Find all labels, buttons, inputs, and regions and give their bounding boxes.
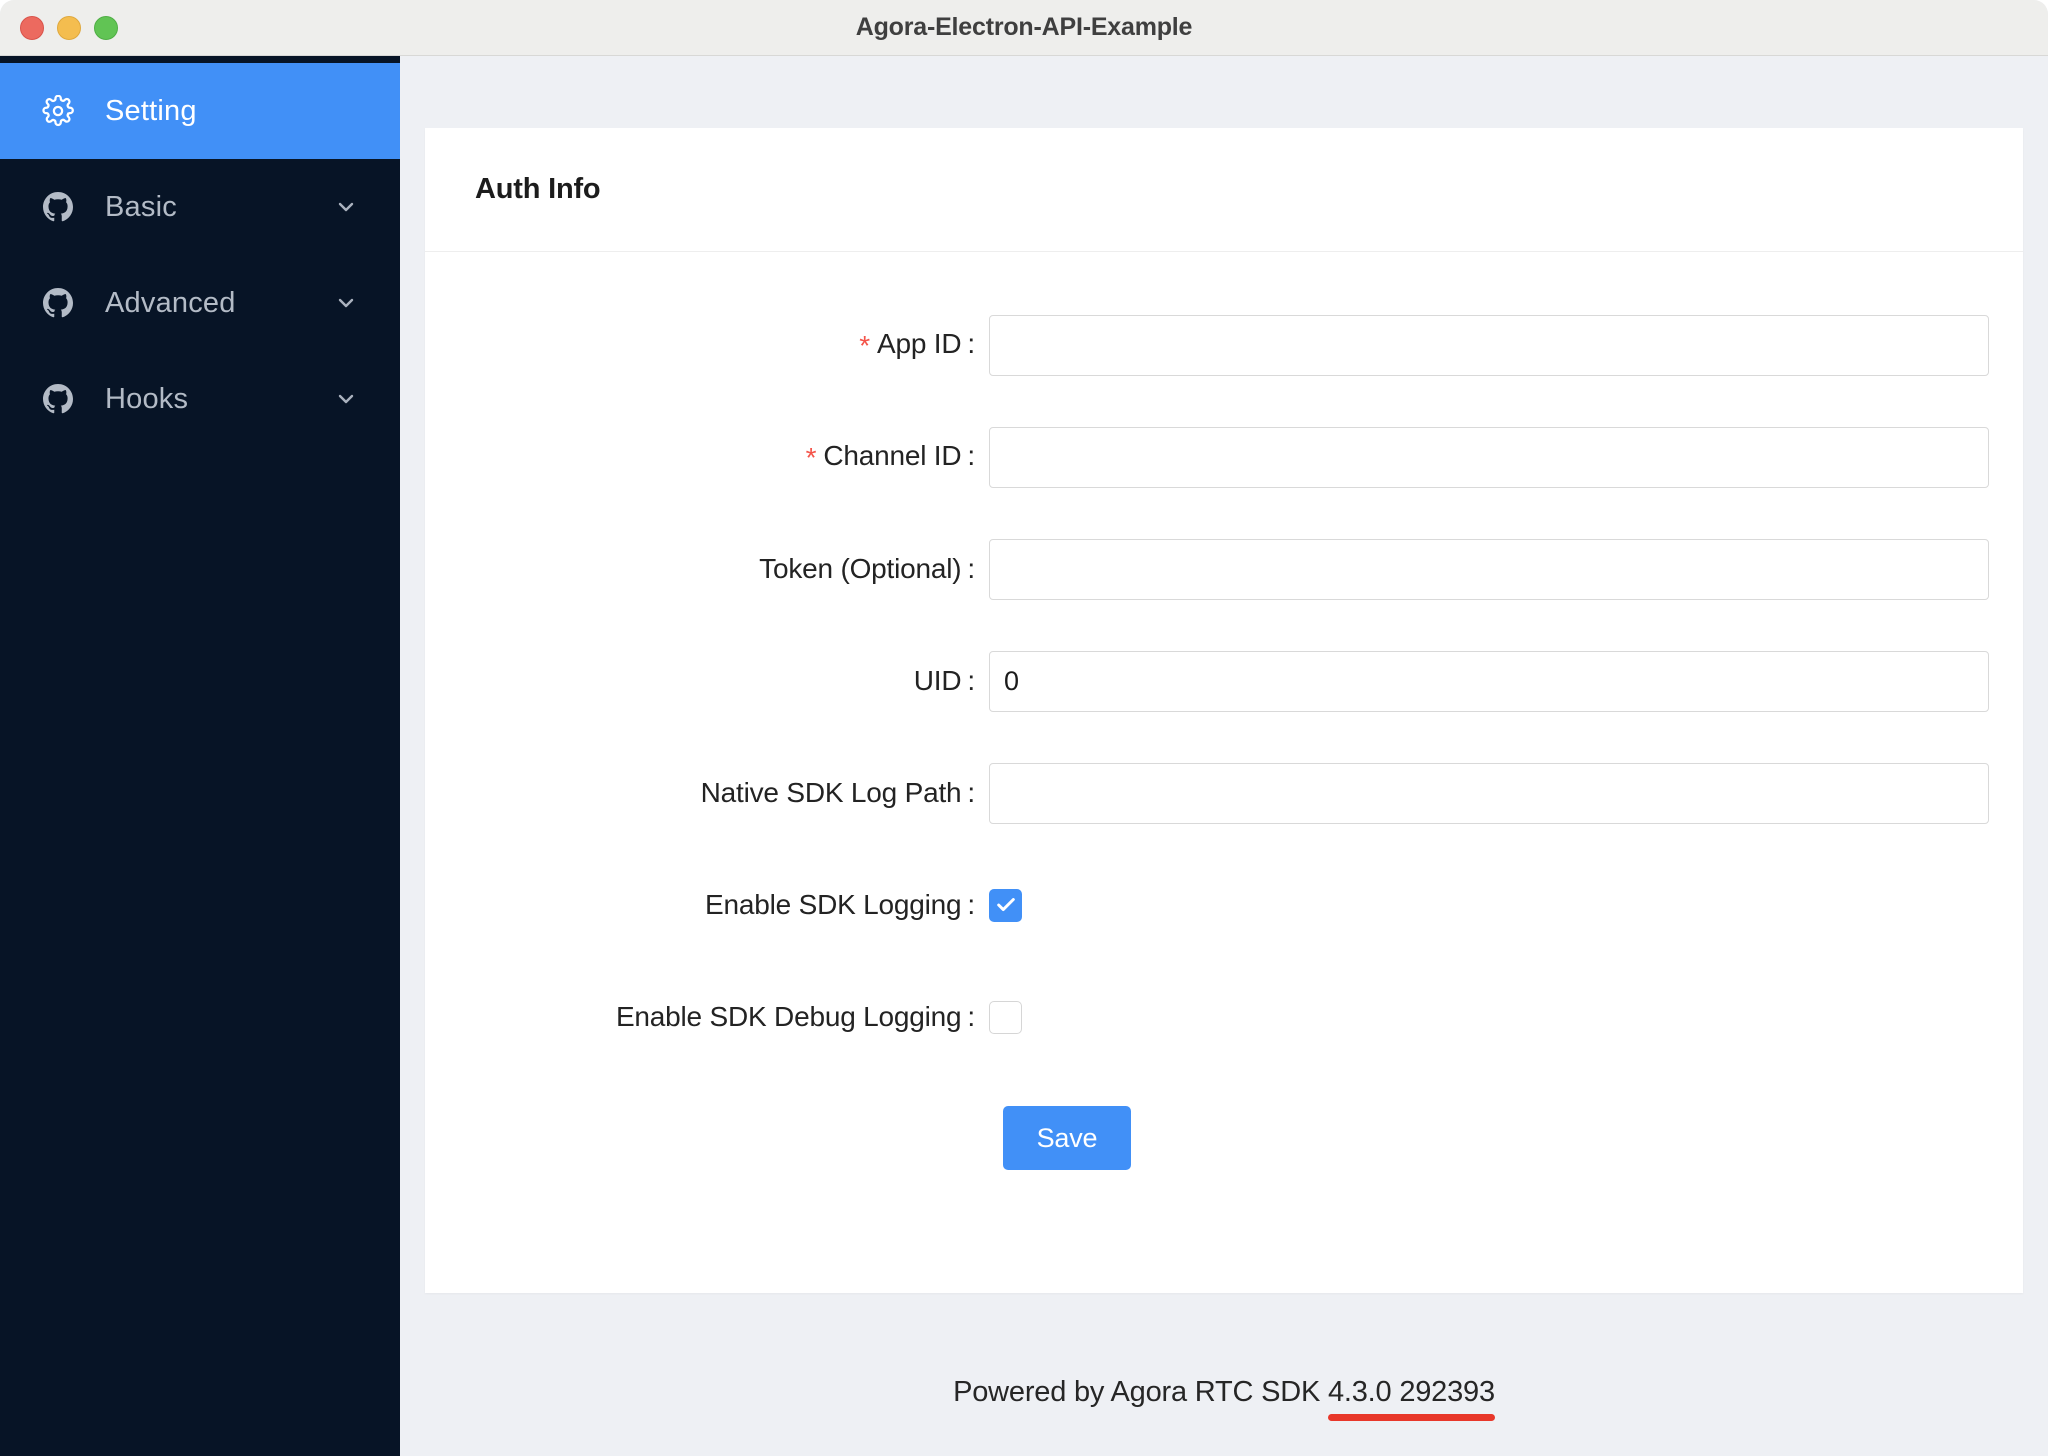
traffic-lights bbox=[20, 0, 118, 56]
gear-icon bbox=[42, 95, 74, 127]
form-row-channel-id: * Channel ID: bbox=[425, 401, 2023, 513]
enable-sdk-logging-label-text: Enable SDK Logging bbox=[705, 889, 962, 920]
uid-label-text: UID bbox=[913, 665, 962, 696]
chevron-down-icon[interactable] bbox=[334, 291, 358, 315]
footer-prefix: Powered by Agora RTC SDK bbox=[953, 1376, 1328, 1408]
app-id-label: * App ID: bbox=[859, 328, 975, 361]
sidebar-item-advanced[interactable]: Advanced bbox=[0, 255, 400, 351]
maximize-window-button[interactable] bbox=[94, 16, 118, 40]
form-row-app-id: * App ID: bbox=[425, 289, 2023, 401]
auth-info-card: Auth Info * App ID: * Channel ID: Token … bbox=[425, 128, 2023, 1293]
enable-sdk-logging-checkbox[interactable] bbox=[989, 888, 1022, 922]
uid-label: UID: bbox=[913, 665, 975, 696]
native-sdk-log-path-label: Native SDK Log Path: bbox=[700, 777, 976, 808]
sidebar-item-label: Hooks bbox=[105, 382, 189, 415]
window-title: Agora-Electron-API-Example bbox=[855, 13, 1193, 41]
red-underline-annotation bbox=[1327, 1414, 1495, 1421]
sidebar-item-label: Setting bbox=[105, 94, 197, 127]
card-header: Auth Info bbox=[425, 128, 2023, 252]
token-label-text: Token (Optional) bbox=[759, 553, 962, 584]
close-window-button[interactable] bbox=[20, 16, 44, 40]
chevron-down-icon[interactable] bbox=[334, 387, 358, 411]
footer: Powered by Agora RTC SDK 4.3.0 292393 bbox=[400, 1376, 2048, 1421]
form-row-uid: UID: bbox=[425, 625, 2023, 737]
sidebar: Setting Basic Advanced Hooks bbox=[0, 56, 400, 1456]
native-sdk-log-path-input[interactable] bbox=[989, 762, 1989, 824]
form-row-enable-sdk-logging: Enable SDK Logging: bbox=[425, 849, 2023, 961]
enable-sdk-debug-logging-label: Enable SDK Debug Logging: bbox=[615, 1001, 975, 1032]
form-row-save: Save bbox=[425, 1073, 2023, 1203]
sidebar-item-setting[interactable]: Setting bbox=[0, 63, 400, 159]
form-row-enable-sdk-debug-logging: Enable SDK Debug Logging: bbox=[425, 961, 2023, 1073]
sidebar-item-hooks[interactable]: Hooks bbox=[0, 351, 400, 447]
app-window: Agora-Electron-API-Example Setting Basic… bbox=[0, 0, 2048, 1456]
native-sdk-log-path-label-text: Native SDK Log Path bbox=[700, 777, 962, 808]
github-icon bbox=[42, 383, 74, 415]
chevron-down-icon[interactable] bbox=[334, 195, 358, 219]
github-icon bbox=[42, 287, 74, 319]
sidebar-item-label: Advanced bbox=[105, 286, 236, 319]
enable-sdk-logging-label: Enable SDK Logging: bbox=[705, 889, 975, 920]
page-title: Auth Info bbox=[475, 173, 601, 205]
main-content: Auth Info * App ID: * Channel ID: Token … bbox=[400, 56, 2048, 1456]
uid-input[interactable] bbox=[989, 650, 1989, 712]
token-input[interactable] bbox=[989, 538, 1989, 600]
required-asterisk: * bbox=[859, 330, 870, 361]
channel-id-input[interactable] bbox=[989, 426, 1989, 488]
app-id-label-text: App ID bbox=[877, 328, 962, 359]
required-asterisk: * bbox=[805, 442, 817, 473]
form-row-native-sdk-log-path: Native SDK Log Path: bbox=[425, 737, 2023, 849]
channel-id-label-text: Channel ID bbox=[823, 440, 962, 471]
save-button[interactable]: Save bbox=[1003, 1106, 1131, 1170]
sidebar-item-label: Basic bbox=[105, 190, 177, 223]
enable-sdk-debug-logging-label-text: Enable SDK Debug Logging bbox=[615, 1001, 962, 1032]
form-row-token: Token (Optional): bbox=[425, 513, 2023, 625]
footer-text: Powered by Agora RTC SDK 4.3.0 292393 bbox=[953, 1376, 1495, 1421]
sidebar-item-basic[interactable]: Basic bbox=[0, 159, 400, 255]
auth-info-form: * App ID: * Channel ID: Token (Optional)… bbox=[425, 252, 2023, 1203]
github-icon bbox=[42, 191, 74, 223]
channel-id-label: * Channel ID: bbox=[805, 440, 976, 473]
app-id-input[interactable] bbox=[989, 314, 1989, 376]
minimize-window-button[interactable] bbox=[57, 16, 81, 40]
token-label: Token (Optional): bbox=[759, 553, 975, 584]
body-area: Setting Basic Advanced Hooks Auth Info *… bbox=[0, 56, 2048, 1456]
title-bar: Agora-Electron-API-Example bbox=[0, 0, 2048, 56]
enable-sdk-debug-logging-checkbox[interactable] bbox=[989, 1000, 1022, 1034]
sdk-version-text: 4.3.0 292393 bbox=[1327, 1376, 1495, 1408]
sdk-version: 4.3.0 292393 bbox=[1327, 1376, 1495, 1421]
